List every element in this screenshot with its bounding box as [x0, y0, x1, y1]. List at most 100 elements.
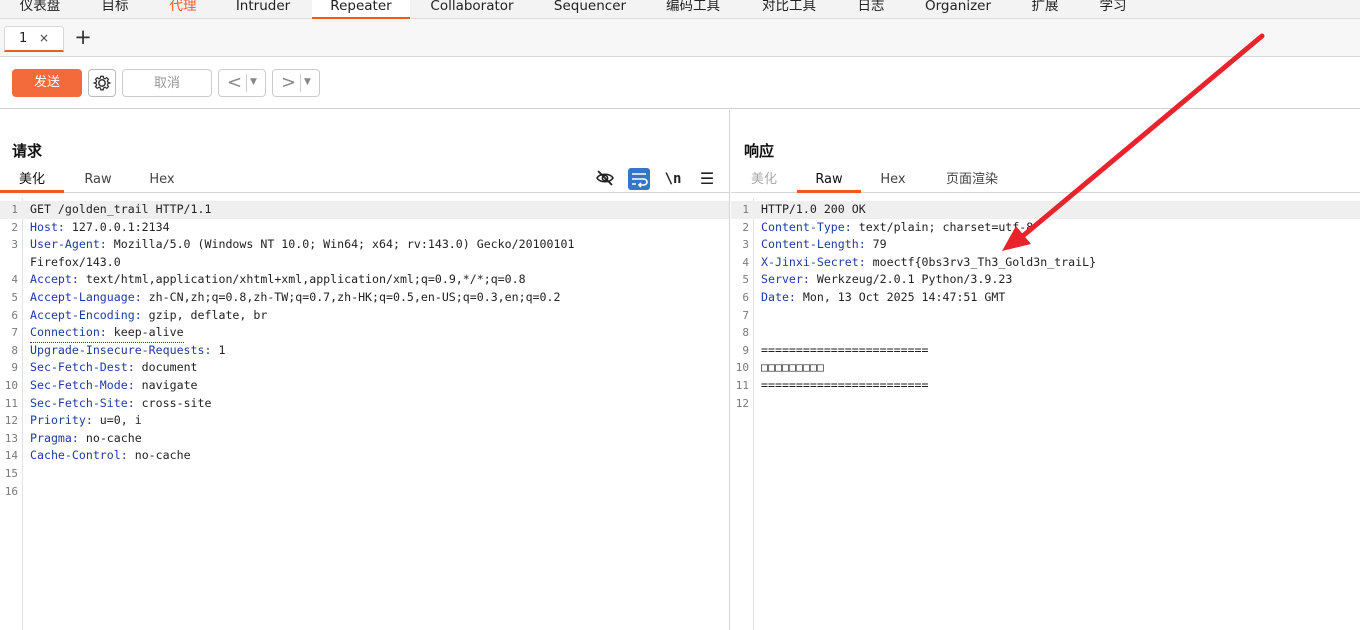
line-number: 9 — [11, 361, 18, 375]
add-tab-button[interactable]: + — [72, 25, 94, 49]
line-number: 3 — [742, 238, 749, 252]
code-line: 1 GET /golden_trail HTTP/1.1 — [0, 201, 729, 219]
line-number: 10 — [4, 379, 18, 392]
line-content: Sec-Fetch-Mode: navigate — [30, 377, 198, 395]
line-content: Firefox/143.0 — [30, 254, 121, 272]
tab-logger[interactable]: 日志 — [848, 0, 894, 19]
settings-button[interactable] — [88, 69, 116, 97]
header-value: keep-alive — [106, 325, 184, 340]
line-number: 14 — [4, 449, 18, 463]
newline-icon[interactable]: \n — [662, 168, 684, 190]
header-name: Date: — [761, 290, 796, 304]
tab-intruder[interactable]: Intruder — [226, 0, 300, 19]
line-content: Host: 127.0.0.1:2134 — [30, 219, 170, 237]
repeater-tab-1[interactable]: 1 × — [4, 26, 64, 52]
header-value: navigate — [134, 378, 198, 392]
code-line: 4 X-Jinxi-Secret: moectf{0bs3rv3_Th3_Gold… — [731, 254, 1360, 272]
line-content: Accept-Encoding: gzip, deflate, br — [30, 307, 267, 325]
line-content: Connection: keep-alive — [30, 324, 184, 343]
tab-decoder[interactable]: 编码工具 — [658, 0, 728, 19]
code-line: 9 Sec-Fetch-Dest: document — [0, 359, 729, 377]
tab-extensions[interactable]: 扩展 — [1022, 0, 1068, 19]
header-name: Pragma: — [30, 430, 79, 445]
line-number: 7 — [11, 326, 18, 340]
chevron-down-icon[interactable]: ▼ — [304, 77, 311, 87]
line-number: 4 — [742, 255, 749, 269]
tab-proxy[interactable]: 代理 — [160, 0, 206, 19]
line-content: Priority: u=0, i — [30, 412, 142, 430]
code-line: 3 User-Agent: Mozilla/5.0 (Windows NT 10.… — [0, 236, 729, 254]
cancel-button[interactable]: 取消 — [122, 69, 212, 97]
eye-slash-icon[interactable] — [594, 168, 616, 190]
request-view-tabs: 美化 Raw Hex \n ☰ — [0, 168, 729, 193]
code-line: 12 — [731, 395, 1360, 413]
code-line: Firefox/143.0 — [0, 254, 729, 272]
tab-pretty[interactable]: 美化 — [0, 170, 64, 193]
line-content: Accept-Language: zh-CN,zh;q=0.8,zh-TW;q=… — [30, 289, 561, 307]
line-content: HTTP/1.0 200 OK — [761, 201, 866, 219]
wrap-icon[interactable] — [628, 168, 650, 190]
close-icon[interactable]: × — [39, 27, 49, 50]
line-content: Sec-Fetch-Dest: document — [30, 359, 198, 377]
header-value: Mozilla/5.0 (Windows NT 10.0; Win64; x64… — [106, 237, 575, 252]
header-value: HTTP/1.0 200 OK — [761, 202, 866, 216]
hamburger-icon[interactable]: ☰ — [696, 168, 718, 190]
header-name: Host: — [30, 219, 65, 234]
code-line: 7 — [731, 307, 1360, 325]
tab-learn[interactable]: 学习 — [1090, 0, 1136, 19]
tab-organizer[interactable]: Organizer — [918, 0, 998, 19]
request-editor[interactable]: 1 GET /golden_trail HTTP/1.1 2 Host: 127.0.… — [0, 198, 729, 630]
send-button[interactable]: 发送 — [12, 69, 82, 97]
line-content: ======================== — [761, 377, 929, 395]
line-number: 16 — [4, 484, 18, 498]
header-value: cross-site — [134, 395, 212, 410]
tab-target[interactable]: 目标 — [92, 0, 138, 19]
back-button[interactable]: < ▼ — [218, 69, 266, 97]
line-number: 12 — [735, 396, 749, 410]
request-title: 请求 — [12, 142, 43, 160]
main-tab-bar: 仪表盘 目标 代理 Intruder Repeater Collaborator… — [0, 0, 1360, 19]
code-line: 6 Accept-Encoding: gzip, deflate, br — [0, 307, 729, 325]
repeater-tab-label: 1 — [19, 31, 28, 46]
tab-raw[interactable]: Raw — [797, 170, 861, 193]
tab-repeater[interactable]: Repeater — [312, 0, 410, 19]
divider — [300, 74, 301, 92]
tab-comparer[interactable]: 对比工具 — [754, 0, 824, 19]
header-value: Werkzeug/2.0.1 Python/3.9.23 — [809, 272, 1013, 287]
line-number: 2 — [11, 220, 18, 234]
header-value: no-cache — [127, 448, 191, 463]
header-value: text/html,application/xhtml+xml,applicat… — [78, 272, 526, 287]
tab-pretty[interactable]: 美化 — [737, 170, 791, 193]
header-name: Server: — [761, 272, 810, 287]
tab-hex[interactable]: Hex — [136, 170, 188, 193]
tab-dashboard[interactable]: 仪表盘 — [10, 0, 70, 19]
line-number: 11 — [735, 379, 749, 392]
request-pane: 请求 美化 Raw Hex \n ☰ 1 GET /golden_trail HT… — [0, 110, 730, 630]
line-number: 10 — [735, 361, 749, 375]
line-content: Pragma: no-cache — [30, 430, 142, 448]
tab-sequencer[interactable]: Sequencer — [546, 0, 634, 19]
line-content: Cache-Control: no-cache — [30, 447, 191, 465]
tab-raw[interactable]: Raw — [70, 170, 126, 193]
tab-render[interactable]: 页面渲染 — [931, 170, 1013, 193]
line-number: 3 — [11, 238, 18, 252]
code-line: 1 HTTP/1.0 200 OK — [731, 201, 1360, 219]
line-content: Content-Length: 79 — [761, 236, 887, 254]
header-value: ======================== — [761, 342, 929, 357]
header-name: Priority: — [30, 413, 93, 428]
chevron-down-icon[interactable]: ▼ — [250, 77, 257, 87]
forward-button[interactable]: > ▼ — [272, 69, 320, 97]
header-value: □□□□□□□□□ — [761, 360, 824, 375]
tab-hex[interactable]: Hex — [867, 170, 919, 193]
tab-collaborator[interactable]: Collaborator — [420, 0, 524, 19]
code-line: 5 Server: Werkzeug/2.0.1 Python/3.9.23 — [731, 271, 1360, 289]
line-number: 5 — [11, 291, 18, 304]
line-content: Content-Type: text/plain; charset=utf-8 — [761, 219, 1033, 237]
line-content: □□□□□□□□□ — [761, 359, 824, 377]
line-content: Accept: text/html,application/xhtml+xml,… — [30, 271, 526, 289]
response-editor[interactable]: 1 HTTP/1.0 200 OK 2 Content-Type: text/plai… — [731, 198, 1360, 630]
header-name: X-Jinxi-Secret: — [761, 254, 866, 269]
line-content: Date: Mon, 13 Oct 2025 14:47:51 GMT — [761, 289, 1005, 307]
code-line: 16 — [0, 483, 729, 501]
code-line: 10 Sec-Fetch-Mode: navigate — [0, 377, 729, 395]
